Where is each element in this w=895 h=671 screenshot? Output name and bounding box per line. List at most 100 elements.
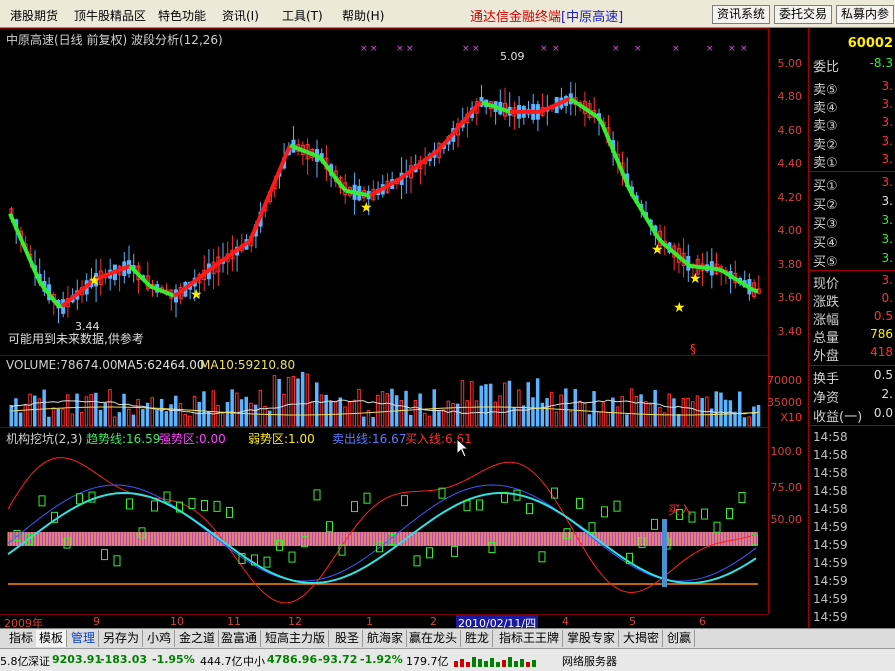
event-marker-icon[interactable]: § xyxy=(690,342,696,356)
menu-tools[interactable]: 工具(T) xyxy=(282,7,323,24)
news-system-button[interactable]: 资讯系统 xyxy=(712,5,771,24)
volume-bar xyxy=(601,402,606,427)
network-server-status[interactable]: 网络服务器 xyxy=(562,653,617,669)
volume-bar xyxy=(634,395,639,427)
volume-bar xyxy=(686,397,690,427)
volume-bar xyxy=(559,394,563,427)
brand-stock-name: [中原高速] xyxy=(561,10,624,25)
tab-chuangying[interactable]: 创赢 xyxy=(664,630,696,647)
volume-bar xyxy=(197,401,201,427)
trend-line-segment xyxy=(493,104,499,110)
stock-code[interactable]: 60002 xyxy=(848,36,893,51)
weak-zone-value: 弱势区:1.00 xyxy=(248,432,315,446)
tab-expert[interactable]: 掌股专家 xyxy=(564,630,620,647)
tab-xiaoji[interactable]: 小鸡 xyxy=(144,630,176,647)
eps-value: 0.0 xyxy=(873,406,893,420)
volume-bar xyxy=(136,398,140,427)
volume-bar xyxy=(315,382,319,427)
tab-jinzhidao[interactable]: 金之道 xyxy=(176,630,220,647)
volume-bar xyxy=(206,411,211,427)
menu-hk-futures[interactable]: 港股期货 xyxy=(10,7,58,24)
trend-line-segment xyxy=(109,270,115,276)
signal-x-marker-icon: × xyxy=(360,44,368,54)
menu-news[interactable]: 资讯(I) xyxy=(222,7,259,24)
trend-line-segment xyxy=(553,102,559,108)
tab-indicator-king[interactable]: 指标王王牌 xyxy=(496,630,564,647)
trend-line-segment xyxy=(121,265,127,271)
bid-2-label: 买② xyxy=(813,198,838,213)
tab-manage[interactable]: 管理 xyxy=(68,630,100,647)
shenzhen-label[interactable]: 深证 xyxy=(28,653,50,669)
volume-bar xyxy=(413,400,418,427)
menu-premium-stocks[interactable]: 顶牛股精品区 xyxy=(74,7,146,24)
volume-bar xyxy=(296,378,300,427)
signal-box xyxy=(726,508,733,520)
ask-1-price: 3. xyxy=(881,152,893,166)
volume-label: VOLUME:78674.00 xyxy=(6,358,118,372)
bid-3-label: 买③ xyxy=(813,217,838,232)
signal-box xyxy=(426,547,433,559)
volume-bar xyxy=(503,382,507,427)
trend-line-segment xyxy=(153,285,159,292)
trend-line-segment xyxy=(408,166,416,173)
total-volume-value: 786 xyxy=(870,327,893,341)
trend-line-segment xyxy=(128,264,136,272)
trend-line-segment xyxy=(373,189,379,196)
trend-line-segment xyxy=(412,163,420,170)
indicator-tab-bar: 指标 模板 管理 另存为 小鸡 金之道 盈富通 短高主力版 股圣 航海家 赢在龙… xyxy=(0,628,895,648)
indicator-pane[interactable]: 机构挖坑(2,3) 趋势线:16.59 强势区:0.00 弱势区:1.00 卖出… xyxy=(0,428,768,614)
volume-bar xyxy=(235,392,239,427)
signal-box xyxy=(263,556,271,568)
volume-bar xyxy=(362,416,366,427)
trade-button[interactable]: 委托交易 xyxy=(774,5,833,24)
signal-box xyxy=(351,501,358,513)
trend-line-segment xyxy=(64,298,72,305)
change-pct-value: 0.5 xyxy=(873,309,893,323)
date-label: 6 xyxy=(699,615,706,628)
menu-features[interactable]: 特色功能 xyxy=(158,7,206,24)
volume-bar xyxy=(263,406,267,427)
trend-line-segment xyxy=(572,99,580,106)
tab-leader[interactable]: 赢在龙头 xyxy=(406,630,462,647)
tab-gusheng[interactable]: 股圣 xyxy=(332,630,364,647)
tab-navigator[interactable]: 航海家 xyxy=(364,630,408,647)
quote-divider xyxy=(809,171,895,172)
tab-save-as[interactable]: 另存为 xyxy=(100,630,144,647)
volume-bar xyxy=(451,402,455,427)
volume-bar xyxy=(587,414,592,427)
tab-short-high[interactable]: 短高主力版 xyxy=(262,630,330,647)
trend-line-segment xyxy=(753,288,759,294)
tab-template[interactable]: 模板 xyxy=(36,630,68,647)
trend-line-segment xyxy=(301,148,307,154)
tab-yingfutong[interactable]: 盈富通 xyxy=(218,630,262,647)
volume-bar xyxy=(150,397,154,427)
volume-bar xyxy=(484,384,488,427)
volume-bar xyxy=(56,408,60,427)
menu-help[interactable]: 帮助(H) xyxy=(342,7,384,24)
trend-line-segment xyxy=(489,103,495,109)
volume-pane[interactable]: VOLUME:78674.00 MA5:62464.00 MA10:59210.… xyxy=(0,356,768,428)
tab-reveal[interactable]: 大揭密 xyxy=(620,630,664,647)
signal-box xyxy=(651,518,658,530)
signal-x-marker-icon: × xyxy=(406,44,414,54)
volume-bar xyxy=(145,402,150,427)
trend-line-segment xyxy=(432,148,440,155)
trend-line-segment xyxy=(357,191,363,197)
trend-line-segment xyxy=(316,154,324,162)
ask-2-label: 卖② xyxy=(813,138,838,153)
volume-bar xyxy=(14,398,18,427)
trend-line-segment xyxy=(664,244,672,251)
trend-line-segment xyxy=(248,230,256,242)
signal-box xyxy=(151,500,158,512)
trend-line-segment xyxy=(204,267,212,275)
price-tick: 4.40 xyxy=(777,157,803,170)
trend-line-segment xyxy=(289,143,295,149)
tab-indicator[interactable]: 指标 xyxy=(6,630,38,647)
tab-shenglong[interactable]: 胜龙 xyxy=(462,630,494,647)
kline-pane[interactable]: ★ ★ ★ ★ ★ ★ × × × × × × × × × × × × × × 中原高速(日线 前复权) 波段分析(1… xyxy=(0,28,768,356)
volume-bar xyxy=(329,401,333,427)
sme-label[interactable]: 中小 xyxy=(243,653,265,669)
private-research-button[interactable]: 私募内参 xyxy=(836,5,895,24)
shenzhen-index-value: 9203.91 xyxy=(52,653,103,666)
trend-line-segment xyxy=(240,242,248,249)
